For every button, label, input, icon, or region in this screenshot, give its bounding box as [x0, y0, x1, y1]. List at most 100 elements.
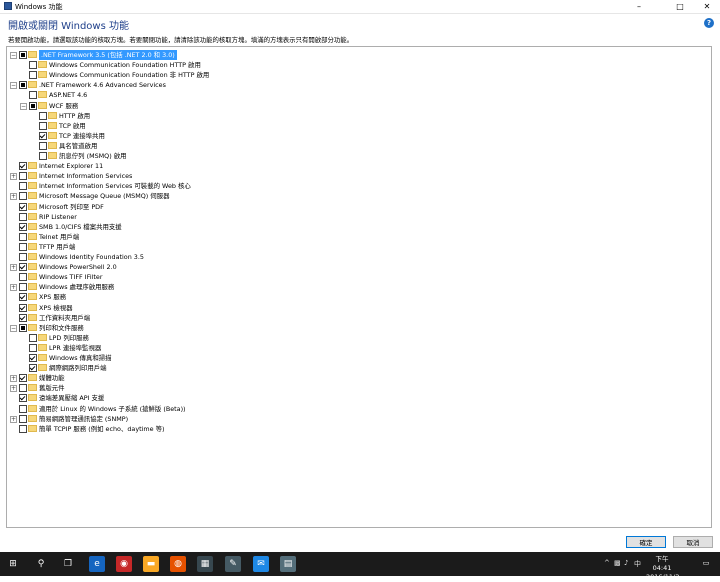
feature-row[interactable]: Telnet 用戶端 — [7, 232, 707, 242]
feature-row[interactable]: + 媒體功能 — [7, 373, 707, 383]
feature-row[interactable]: LPD 列印服務 — [7, 333, 707, 343]
edge-icon[interactable]: e — [89, 556, 105, 572]
mail-icon[interactable]: ✉ — [253, 556, 269, 572]
close-button[interactable]: ✕ — [694, 0, 720, 13]
feature-row[interactable]: 遠端差異壓縮 API 支援 — [7, 393, 707, 403]
feature-checkbox[interactable] — [19, 162, 27, 171]
search-icon[interactable]: ⚲ — [33, 556, 49, 572]
feature-checkbox[interactable] — [19, 172, 27, 181]
feature-row[interactable]: RIP Listener — [7, 212, 707, 222]
feature-row[interactable]: + Windows 處理序啟用服務 — [7, 282, 707, 292]
feature-checkbox[interactable] — [39, 152, 47, 160]
collapse-icon[interactable]: − — [20, 102, 27, 110]
feature-checkbox[interactable] — [19, 414, 27, 423]
feature-row[interactable]: + Microsoft Message Queue (MSMQ) 伺服器 — [7, 191, 707, 201]
feature-row[interactable]: 工作資料夾用戶端 — [7, 313, 707, 323]
features-tree[interactable]: − .NET Framework 3.5 (包括 .NET 2.0 和 3.0) W… — [6, 46, 712, 528]
feature-row[interactable]: − 列印和文件服務 — [7, 323, 707, 333]
feature-row[interactable]: Internet Information Services 可裝載的 Web 核… — [7, 181, 707, 191]
feature-checkbox[interactable] — [19, 293, 27, 302]
task-view-icon[interactable]: ❐ — [60, 556, 76, 572]
feature-checkbox[interactable] — [19, 263, 27, 272]
feature-row[interactable]: Windows Communication Foundation HTTP 啟用 — [7, 60, 707, 70]
feature-checkbox[interactable] — [19, 424, 27, 433]
file-explorer-icon[interactable]: ▬ — [143, 556, 159, 572]
feature-checkbox[interactable] — [29, 101, 37, 110]
feature-row[interactable]: TFTP 用戶端 — [7, 242, 707, 252]
collapse-icon[interactable]: − — [10, 82, 17, 90]
feature-row[interactable]: HTTP 啟用 — [7, 111, 707, 121]
feature-row[interactable]: − .NET Framework 4.6 Advanced Services — [7, 80, 707, 90]
windows-features-icon[interactable]: ▤ — [280, 556, 296, 572]
feature-checkbox[interactable] — [29, 333, 37, 342]
feature-row[interactable]: TCP 啟用 — [7, 121, 707, 131]
windows-start-icon[interactable]: ⊞ — [5, 556, 21, 572]
feature-checkbox[interactable] — [19, 222, 27, 231]
ok-button[interactable]: 確定 — [626, 536, 666, 548]
feature-checkbox[interactable] — [19, 253, 27, 261]
feature-row[interactable]: XPS 檢視器 — [7, 303, 707, 313]
paint-icon[interactable]: ✎ — [225, 556, 241, 572]
feature-row[interactable]: 簡單 TCPIP 服務 (例如 echo、daytime 等) — [7, 424, 707, 434]
feature-checkbox[interactable] — [19, 51, 27, 59]
feature-checkbox[interactable] — [19, 273, 27, 282]
feature-checkbox[interactable] — [39, 141, 47, 150]
collapse-icon[interactable]: − — [10, 52, 17, 59]
feature-checkbox[interactable] — [19, 283, 27, 292]
action-center-icon[interactable]: ▭ — [700, 557, 712, 569]
expand-icon[interactable]: + — [10, 385, 17, 393]
feature-row[interactable]: 訊息佇列 (MSMQ) 啟用 — [7, 151, 707, 161]
feature-row[interactable]: SMB 1.0/CIFS 檔案共用支援 — [7, 222, 707, 232]
feature-checkbox[interactable] — [39, 131, 47, 140]
clock[interactable]: 下午 04:41 2016/11/3 — [646, 555, 679, 582]
feature-checkbox[interactable] — [19, 202, 27, 211]
cancel-button[interactable]: 取消 — [673, 536, 713, 548]
feature-checkbox[interactable] — [29, 364, 37, 373]
feature-checkbox[interactable] — [29, 354, 37, 362]
feature-row[interactable]: TCP 連接埠共用 — [7, 131, 707, 141]
help-icon[interactable]: ? — [704, 18, 714, 28]
expand-icon[interactable]: + — [10, 193, 17, 201]
feature-checkbox[interactable] — [29, 71, 37, 80]
feature-checkbox[interactable] — [19, 313, 27, 322]
expand-icon[interactable]: + — [10, 264, 17, 272]
feature-checkbox[interactable] — [29, 91, 37, 100]
feature-checkbox[interactable] — [19, 212, 27, 221]
feature-checkbox[interactable] — [19, 192, 27, 201]
feature-checkbox[interactable] — [19, 182, 27, 191]
feature-row[interactable]: Windows Communication Foundation 非 HTTP … — [7, 70, 707, 80]
feature-row[interactable]: Microsoft 列印至 PDF — [7, 202, 707, 212]
expand-icon[interactable]: + — [10, 284, 17, 292]
feature-checkbox[interactable] — [19, 323, 27, 332]
feature-row[interactable]: ASP.NET 4.6 — [7, 90, 707, 100]
feature-checkbox[interactable] — [19, 384, 27, 393]
feature-row[interactable]: Windows 傳真和掃描 — [7, 353, 707, 363]
collapse-icon[interactable]: − — [10, 324, 17, 332]
expand-icon[interactable]: + — [10, 173, 17, 181]
feature-checkbox[interactable] — [19, 81, 27, 90]
feature-row[interactable]: Internet Explorer 11 — [7, 161, 707, 171]
feature-checkbox[interactable] — [29, 343, 37, 352]
feature-checkbox[interactable] — [19, 374, 27, 383]
input-language-indicator[interactable]: 中 — [634, 559, 641, 569]
feature-row[interactable]: + Internet Information Services — [7, 171, 707, 181]
feature-checkbox[interactable] — [19, 232, 27, 241]
feature-checkbox[interactable] — [19, 404, 27, 413]
feature-checkbox[interactable] — [39, 121, 47, 130]
volume-icon[interactable]: ♪ — [624, 559, 628, 567]
firefox-icon[interactable]: ◍ — [170, 556, 186, 572]
expand-icon[interactable]: + — [10, 415, 17, 423]
store-icon[interactable]: ▦ — [197, 556, 213, 572]
feature-row[interactable]: + Windows PowerShell 2.0 — [7, 262, 707, 272]
tray-chevron-icon[interactable]: ^ — [604, 559, 610, 567]
feature-row[interactable]: Windows Identity Foundation 3.5 — [7, 252, 707, 262]
feature-row[interactable]: − .NET Framework 3.5 (包括 .NET 2.0 和 3.0) — [7, 50, 707, 60]
feature-row[interactable]: − WCF 服務 — [7, 101, 707, 111]
network-icon[interactable]: ▩ — [614, 559, 621, 567]
feature-checkbox[interactable] — [19, 394, 27, 403]
minimize-button[interactable]: – — [626, 0, 652, 13]
feature-checkbox[interactable] — [29, 61, 37, 70]
feature-checkbox[interactable] — [39, 111, 47, 120]
feature-row[interactable]: + 舊版元件 — [7, 383, 707, 393]
feature-row[interactable]: Windows TIFF IFilter — [7, 272, 707, 282]
